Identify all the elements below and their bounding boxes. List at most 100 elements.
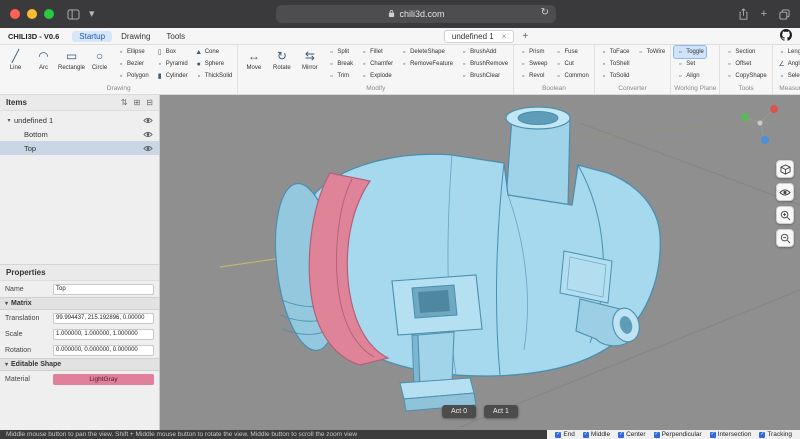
ribbon-button-move[interactable]: ↔Move	[241, 46, 266, 83]
ribbon-button-trim[interactable]: ▫Trim	[325, 70, 355, 82]
matrix-section-header[interactable]: ▾ Matrix	[0, 297, 159, 310]
rotation-input[interactable]: 0.000000, 0.000000, 0.000000	[53, 345, 154, 356]
ribbon-button-tosolid[interactable]: ▫ToSolid	[598, 70, 632, 82]
eye-icon[interactable]	[143, 117, 153, 124]
axis-gizmo[interactable]	[741, 105, 778, 144]
ribbon-button-fillet[interactable]: ▫Fillet	[358, 46, 395, 58]
ribbon-button-prism[interactable]: ▫Prism	[517, 46, 549, 58]
ribbon-button-set[interactable]: ▫Set	[674, 58, 706, 70]
eye-icon[interactable]	[143, 131, 153, 138]
ribbon-button-explode[interactable]: ▫Explode	[358, 70, 395, 82]
tree-item-top[interactable]: Top	[0, 141, 159, 155]
collapse-all-icon[interactable]: ⊟	[146, 98, 153, 107]
github-icon[interactable]	[780, 29, 792, 43]
ribbon-button-towire[interactable]: ▫ToWire	[635, 46, 668, 58]
ribbon-button-toggle[interactable]: ▫Toggle	[674, 46, 706, 58]
ribbon-button-split[interactable]: ▫Split	[325, 46, 355, 58]
tab-tools[interactable]: Tools	[159, 31, 192, 42]
chamfer-icon: ▫	[360, 61, 368, 68]
ribbon-button-select[interactable]: ▫Select	[776, 70, 800, 82]
ribbon-button-copyshape[interactable]: ▫CopyShape	[723, 70, 768, 82]
ribbon-button-mirror[interactable]: ⇆Mirror	[297, 46, 322, 83]
chevron-down-icon[interactable]: ▾	[89, 9, 95, 20]
ribbon-button-sphere[interactable]: ●Sphere	[193, 58, 235, 70]
ribbon-button-rectangle[interactable]: ▭Rectangle	[59, 46, 84, 83]
snap-middle[interactable]: ✓Middle	[583, 431, 610, 438]
sort-icon[interactable]: ⇅	[121, 98, 128, 107]
tree-item-bottom[interactable]: Bottom	[0, 127, 159, 141]
reload-icon[interactable]: ↻	[541, 8, 549, 18]
ribbon-button-cylinder[interactable]: ▮Cylinder	[154, 70, 190, 82]
snap-end[interactable]: ✓End	[555, 431, 575, 438]
ribbon-button-deleteshape[interactable]: ▫DeleteShape	[398, 46, 455, 58]
ribbon-button-arc[interactable]: ◠Arc	[31, 46, 56, 83]
ribbon-button-brushclear[interactable]: ▫BrushClear	[458, 70, 510, 82]
material-button[interactable]: LightGray	[53, 374, 154, 385]
ribbon-button-brushadd[interactable]: ▫BrushAdd	[458, 46, 510, 58]
act-button-1[interactable]: Act 1	[484, 405, 518, 418]
ribbon-button-cut[interactable]: ▫Cut	[553, 58, 591, 70]
revol-icon: ▫	[519, 73, 527, 80]
ribbon-button-offset[interactable]: ▫Offset	[723, 58, 768, 70]
tab-drawing[interactable]: Drawing	[114, 31, 157, 42]
ribbon-button-bezier[interactable]: ▫Bezier	[115, 58, 151, 70]
tree-item-undefined-1[interactable]: ▾undefined 1	[0, 113, 159, 127]
name-row: Name Top	[0, 281, 159, 297]
ribbon-button-removefeature[interactable]: ▫RemoveFeature	[398, 58, 455, 70]
snap-perpendicular[interactable]: ✓Perpendicular	[654, 431, 702, 438]
snap-intersection[interactable]: ✓Intersection	[710, 431, 752, 438]
ribbon-button-chamfer[interactable]: ▫Chamfer	[358, 58, 395, 70]
ribbon-button-toshell[interactable]: ▫ToShell	[598, 58, 632, 70]
expand-all-icon[interactable]: ⊞	[134, 98, 141, 107]
deleteshape-icon: ▫	[400, 49, 408, 56]
ribbon-button-length[interactable]: ▫Length	[776, 46, 800, 58]
pyramid-icon: ▫	[156, 61, 164, 68]
ribbon-button-brushremove[interactable]: ▫BrushRemove	[458, 58, 510, 70]
snap-center[interactable]: ✓Center	[618, 431, 646, 438]
ribbon-button-revol[interactable]: ▫Revol	[517, 70, 549, 82]
name-input[interactable]: Top	[53, 284, 154, 295]
tab-overview-icon[interactable]	[779, 9, 790, 20]
zoom-in-button[interactable]	[776, 206, 794, 224]
shape-section-header[interactable]: ▾ Editable Shape	[0, 358, 159, 371]
view-cube-button[interactable]	[776, 160, 794, 178]
share-icon[interactable]	[738, 8, 749, 20]
ribbon-button-sweep[interactable]: ▫Sweep	[517, 58, 549, 70]
ribbon-button-angle[interactable]: ∠Angle	[776, 58, 800, 70]
tab-startup[interactable]: Startup	[72, 31, 112, 42]
translation-input[interactable]: 99.994437, 215.192896, 0.00000	[53, 313, 154, 324]
ribbon-button-toface[interactable]: ▫ToFace	[598, 46, 632, 58]
url-bar[interactable]: chili3d.com ↻	[276, 5, 556, 23]
snap-tracking[interactable]: ✓Tracking	[759, 431, 792, 438]
act-button-0[interactable]: Act 0	[442, 405, 476, 418]
ribbon-button-pyramid[interactable]: ▫Pyramid	[154, 58, 190, 70]
new-document-button[interactable]: +	[522, 31, 528, 42]
sidebar-toggle-icon[interactable]	[67, 9, 80, 20]
close-window-button[interactable]	[10, 9, 20, 19]
eye-icon[interactable]	[143, 145, 153, 152]
ribbon-button-circle[interactable]: ○Circle	[87, 46, 112, 83]
ribbon-button-rotate[interactable]: ↻Rotate	[269, 46, 294, 83]
ribbon-button-fuse[interactable]: ▫Fuse	[553, 46, 591, 58]
ribbon-button-section[interactable]: ▫Section	[723, 46, 768, 58]
maximize-window-button[interactable]	[44, 9, 54, 19]
ribbon-button-line[interactable]: ╱Line	[3, 46, 28, 83]
document-tab[interactable]: undefined 1 ×	[444, 30, 515, 43]
ribbon-button-thicksolid[interactable]: ▫ThickSolid	[193, 70, 235, 82]
scale-input[interactable]: 1.000000, 1.000000, 1.000000	[53, 329, 154, 340]
ribbon-button-box[interactable]: ▯Box	[154, 46, 190, 58]
ribbon-button-common[interactable]: ▫Common	[553, 70, 591, 82]
caret-down-icon[interactable]: ▾	[4, 117, 14, 124]
new-tab-icon[interactable]: +	[761, 9, 767, 20]
minimize-window-button[interactable]	[27, 9, 37, 19]
close-document-icon[interactable]: ×	[502, 32, 507, 41]
ribbon-button-align[interactable]: ▫Align	[674, 70, 706, 82]
visibility-button[interactable]	[776, 183, 794, 201]
sweep-icon: ▫	[519, 61, 527, 68]
zoom-out-button[interactable]	[776, 229, 794, 247]
ribbon-button-break[interactable]: ▫Break	[325, 58, 355, 70]
ribbon-button-polygon[interactable]: ▫Polygon	[115, 70, 151, 82]
viewport-3d[interactable]: Act 0 Act 1	[160, 95, 800, 430]
ribbon-button-ellipse[interactable]: ▫Ellipse	[115, 46, 151, 58]
ribbon-button-cone[interactable]: ▲Cone	[193, 46, 235, 58]
